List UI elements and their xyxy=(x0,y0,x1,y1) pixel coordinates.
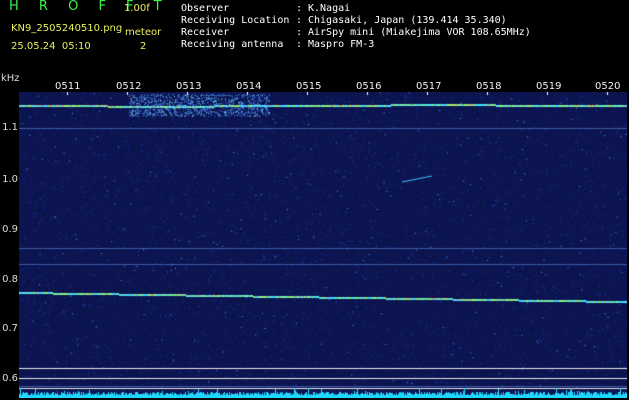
info-value-location: Chigasaki, Japan (139.414 35.340) xyxy=(308,15,507,26)
info-value-antenna: Maspro FM-3 xyxy=(308,39,375,50)
x-tick-label: 0518 xyxy=(476,81,502,92)
info-separator: : xyxy=(296,27,303,38)
y-tick-label: 0.9 xyxy=(2,224,18,235)
info-separator: : xyxy=(296,15,303,26)
info-value-observer: K.Nagai xyxy=(308,3,351,14)
info-key-receiver: Receiver xyxy=(181,27,230,38)
info-key-location: Receiving Location xyxy=(181,15,290,26)
info-key-observer: Observer xyxy=(181,3,230,14)
info-separator: : xyxy=(296,3,303,14)
y-tick-label: 0.8 xyxy=(2,274,18,285)
x-tick-label: 0516 xyxy=(356,81,382,92)
x-tick-label: 0517 xyxy=(416,81,442,92)
version-label: 1.00f xyxy=(124,3,150,14)
x-tick-label: 0519 xyxy=(536,81,562,92)
y-tick-label: 1.0 xyxy=(2,174,18,185)
x-tick-label: 0520 xyxy=(595,81,621,92)
meteor-label: meteor xyxy=(125,27,162,38)
datetime-label: 25.05.24 05:10 xyxy=(11,41,91,52)
meteor-count: 2 xyxy=(140,41,147,52)
x-tick-label: 0511 xyxy=(55,81,81,92)
y-tick-label: 0.6 xyxy=(2,373,18,384)
info-separator: : xyxy=(296,39,303,50)
y-tick-label: 0.7 xyxy=(2,323,18,334)
x-tick-label: 0514 xyxy=(236,81,262,92)
info-value-receiver: AirSpy mini (Miakejima VOR 108.65MHz) xyxy=(308,27,531,38)
x-tick-label: 0515 xyxy=(296,81,322,92)
y-tick-label: 1.1 xyxy=(2,122,18,133)
spectrogram-plot[interactable] xyxy=(19,92,627,398)
filename-label: KN9_2505240510.png xyxy=(11,23,123,34)
info-key-antenna: Receiving antenna xyxy=(181,39,284,50)
x-tick-label: 0513 xyxy=(176,81,202,92)
x-tick-label: 0512 xyxy=(116,81,142,92)
y-axis-unit: kHz xyxy=(1,73,20,84)
